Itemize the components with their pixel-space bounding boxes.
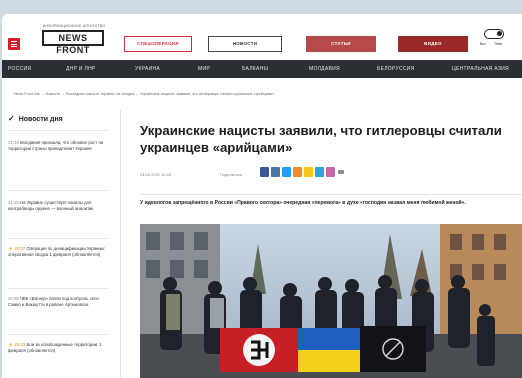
theme-label-dark: Тёмн xyxy=(493,42,503,46)
nav-item-russia[interactable]: РОССИЯ xyxy=(8,60,31,78)
item-time: ⚡ 20:57 xyxy=(8,246,26,251)
divider xyxy=(8,334,108,335)
check-icon: ✓ xyxy=(8,114,15,123)
nav-item-balkans[interactable]: БАЛКАНЫ xyxy=(242,60,268,78)
more-share-icon[interactable] xyxy=(338,170,344,174)
logo-text: NEWS FRONT xyxy=(42,30,104,55)
item-time: 20:55 xyxy=(8,296,19,301)
item-time: 21:35 xyxy=(8,140,19,145)
item-time-value: 20:57 xyxy=(14,246,26,251)
item-text: На Украине существует каналы для контраб… xyxy=(8,200,94,212)
share-label: Поделиться xyxy=(220,172,243,177)
site-header: ИНФОРМАЦИОННОЕ АГЕНТСТВО NEWS FRONT СПЕЦ… xyxy=(2,14,522,58)
vk-share-icon[interactable] xyxy=(271,167,280,177)
divider xyxy=(8,190,108,191)
divider xyxy=(8,130,108,131)
breadcrumb[interactable]: News Front.info → Новости → Последние но… xyxy=(14,92,274,96)
list-item[interactable]: ⚡ 20:57 Операция по денацификации Украин… xyxy=(8,246,108,259)
facebook-share-icon[interactable] xyxy=(260,167,269,177)
ok-share-icon[interactable] xyxy=(293,167,302,177)
nav-item-moldova[interactable]: МОЛДАВИЯ xyxy=(309,60,340,78)
item-text: Молдавия признала, что обновил рост на т… xyxy=(8,140,104,152)
nav-item-world[interactable]: МИР xyxy=(198,60,210,78)
theme-toggle[interactable] xyxy=(484,29,504,39)
hamburger-menu-icon[interactable] xyxy=(8,38,20,50)
divider xyxy=(140,194,522,195)
news-button[interactable]: НОВОСТИ xyxy=(208,36,282,52)
sidebar-heading: ✓ Новости дня xyxy=(8,114,63,123)
nav-item-central-asia[interactable]: ЦЕНТРАЛЬНАЯ АЗИЯ xyxy=(452,60,509,78)
mail-share-icon[interactable] xyxy=(304,167,313,177)
list-item[interactable]: 21:25 На Украине существует каналы для к… xyxy=(8,200,108,213)
theme-labels: Вкл Тёмн xyxy=(480,42,520,46)
screenshot-frame: ИНФОРМАЦИОННОЕ АГЕНТСТВО NEWS FRONT СПЕЦ… xyxy=(0,0,522,378)
viber-share-icon[interactable] xyxy=(326,167,335,177)
divider xyxy=(8,238,108,239)
nav-item-dnr-lnr[interactable]: ДНР И ЛНР xyxy=(66,60,96,78)
article-photo xyxy=(140,224,522,378)
category-nav: РОССИЯ ДНР И ЛНР УКРАИНА МИР БАЛКАНЫ МОЛ… xyxy=(2,60,522,78)
telegram-share-icon[interactable] xyxy=(315,167,324,177)
item-time-value: 20:43 xyxy=(14,342,26,347)
list-item[interactable]: 20:55 ЧВК «Вагнер» взяли под контроль се… xyxy=(8,296,108,309)
article-lead: У идеологов запрещённого в России «Право… xyxy=(140,200,466,206)
nav-item-belarus[interactable]: БЕЛОРУССИЯ xyxy=(377,60,415,78)
theme-label-on: Вкл xyxy=(480,42,486,46)
article-photo-image xyxy=(140,224,522,378)
list-item[interactable]: 21:35 Молдавия признала, что обновил рос… xyxy=(8,140,108,153)
video-button[interactable]: ВИДЕО xyxy=(398,36,468,52)
article-date: 24.02.2021 12:22 xyxy=(140,172,172,177)
articles-button[interactable]: СТАТЬИ xyxy=(306,36,376,52)
article-title: Украинские нацисты заявили, что гитлеров… xyxy=(140,123,502,155)
item-text: ЧВК «Вагнер» взяли под контроль село Сам… xyxy=(8,296,99,308)
special-operation-button[interactable]: СПЕЦОПЕРАЦИЯ xyxy=(124,36,192,52)
item-time: 21:25 xyxy=(8,200,19,205)
item-time: ⚡ 20:43 xyxy=(8,342,26,347)
sidebar-heading-text: Новости дня xyxy=(18,116,63,123)
divider xyxy=(8,288,108,289)
news-sidebar: ✓ Новости дня 21:35 Молдавия признала, чт… xyxy=(2,110,121,378)
website: ИНФОРМАЦИОННОЕ АГЕНТСТВО NEWS FRONT СПЕЦ… xyxy=(2,14,522,378)
logo-tagline: ИНФОРМАЦИОННОЕ АГЕНТСТВО xyxy=(42,24,106,28)
toggle-knob xyxy=(497,31,502,36)
nav-item-ukraine[interactable]: УКРАИНА xyxy=(135,60,160,78)
list-item[interactable]: ⚡ 20:43 Бои за освобожденные территории:… xyxy=(8,342,108,355)
twitter-share-icon[interactable] xyxy=(282,167,291,177)
site-logo[interactable]: ИНФОРМАЦИОННОЕ АГЕНТСТВО NEWS FRONT xyxy=(42,24,106,55)
